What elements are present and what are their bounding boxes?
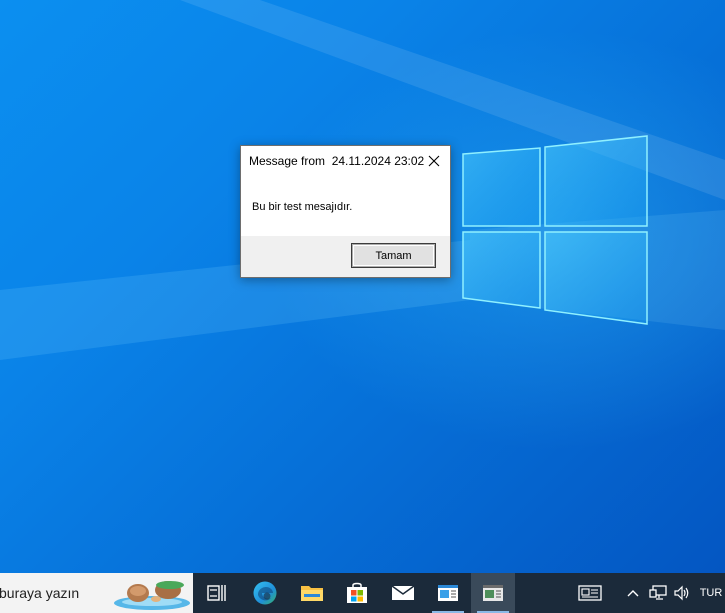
network-button[interactable] (647, 573, 669, 613)
dialog-body: Bu bir test mesajıdır. (241, 176, 450, 236)
mail-button[interactable] (381, 573, 425, 613)
search-box[interactable]: buraya yazın (0, 573, 193, 613)
news-button[interactable] (570, 573, 610, 613)
mail-icon (391, 585, 415, 600)
edge-icon (253, 581, 277, 605)
message-dialog: Message from 24.11.2024 23:02 Bu bir tes… (240, 145, 451, 278)
volume-button[interactable] (671, 573, 693, 613)
task-view-button[interactable] (195, 573, 239, 613)
dialog-titlebar[interactable]: Message from 24.11.2024 23:02 (241, 146, 450, 176)
edge-button[interactable] (243, 573, 287, 613)
app-window-button-2[interactable] (471, 573, 515, 613)
app-window-button-1[interactable] (426, 573, 470, 613)
volume-icon (674, 585, 689, 601)
network-icon (649, 585, 667, 600)
app-window-icon (438, 585, 458, 601)
app-window-icon (483, 585, 503, 601)
ok-button[interactable]: Tamam (352, 244, 435, 267)
store-icon (347, 582, 367, 603)
folder-icon (301, 586, 323, 601)
chevron-up-icon (627, 590, 639, 597)
search-placeholder: buraya yazın (0, 585, 80, 601)
microsoft-store-button[interactable] (335, 573, 379, 613)
task-view-icon (207, 585, 226, 601)
dialog-message: Bu bir test mesajıdır. (252, 201, 353, 213)
desktop-wallpaper (0, 0, 725, 573)
taskbar: buraya yazın TUR (0, 573, 725, 613)
dialog-title: Message from 24.11.2024 23:02 (249, 154, 425, 168)
show-hidden-icons-button[interactable] (623, 573, 643, 613)
language-indicator[interactable]: TUR (697, 573, 725, 613)
close-button[interactable] (420, 148, 448, 174)
file-explorer-button[interactable] (290, 573, 334, 613)
language-label: TUR (699, 587, 723, 599)
windows-logo (462, 135, 648, 325)
news-icon (578, 585, 602, 601)
close-icon (428, 155, 440, 167)
dialog-footer: Tamam (241, 236, 450, 277)
search-highlight-icon (114, 581, 190, 610)
